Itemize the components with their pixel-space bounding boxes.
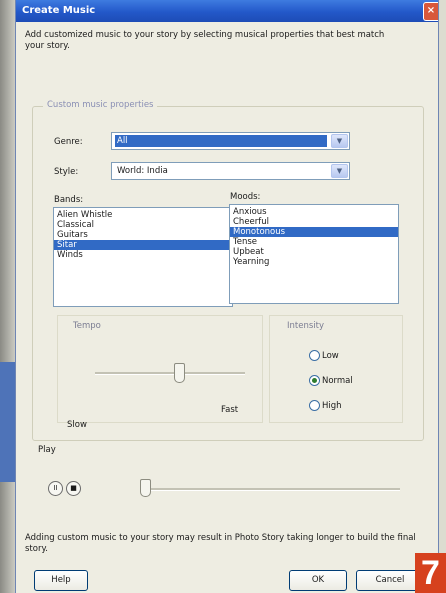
- create-music-dialog: Create Music × Add customized music to y…: [16, 0, 438, 593]
- play-label: Play: [38, 445, 56, 455]
- band-list-item[interactable]: Winds: [54, 250, 232, 260]
- style-label: Style:: [54, 167, 79, 177]
- band-list-item[interactable]: Alien Whistle: [54, 210, 232, 220]
- genre-value: All: [115, 135, 327, 147]
- moods-listbox[interactable]: Anxious Cheerful Monotonous Tense Upbeat Year…: [229, 204, 399, 304]
- bands-label: Bands:: [54, 195, 84, 205]
- cancel-button[interactable]: Cancel: [356, 570, 424, 591]
- close-button[interactable]: ×: [423, 2, 438, 21]
- chevron-down-icon[interactable]: ▼: [331, 134, 348, 148]
- mood-list-item[interactable]: Monotonous: [230, 227, 398, 237]
- intensity-label-low: Low: [322, 351, 339, 361]
- close-icon: ×: [426, 5, 436, 16]
- band-list-item[interactable]: Guitars: [54, 230, 232, 240]
- tempo-fast-label: Fast: [221, 405, 239, 415]
- stop-icon: ■: [70, 484, 77, 492]
- style-dropdown[interactable]: World: India ▼: [111, 162, 350, 180]
- bands-listbox[interactable]: Alien Whistle Classical Guitars Sitar Winds: [53, 207, 233, 307]
- band-list-item[interactable]: Classical: [54, 220, 232, 230]
- custom-music-note: Adding custom music to your story may re…: [25, 533, 416, 554]
- intensity-radio-normal[interactable]: [309, 375, 320, 386]
- tempo-slow-label: Slow: [67, 420, 87, 430]
- intensity-radio-low[interactable]: [309, 350, 320, 361]
- help-button[interactable]: Help: [34, 570, 88, 591]
- moods-label: Moods:: [230, 192, 261, 202]
- intensity-label: Intensity: [287, 321, 324, 331]
- play-progress-track: [140, 488, 400, 491]
- title-bar: Create Music ×: [16, 0, 438, 22]
- mood-list-item[interactable]: Cheerful: [230, 217, 398, 227]
- intensity-label-normal: Normal: [322, 376, 353, 386]
- intro-text: Add customized music to your story by se…: [25, 30, 385, 51]
- tempo-track: [95, 372, 245, 375]
- custom-music-properties-group: Custom music properties Genre: All ▼ Sty…: [32, 100, 424, 441]
- genre-label: Genre:: [54, 137, 83, 147]
- mood-list-item[interactable]: Upbeat: [230, 247, 398, 257]
- mood-list-item[interactable]: Yearning: [230, 257, 398, 267]
- intensity-label-high: High: [322, 401, 342, 411]
- step-number-badge: 7: [415, 553, 446, 593]
- pause-button[interactable]: II: [48, 481, 63, 496]
- window-title: Create Music: [22, 5, 96, 16]
- tempo-slider[interactable]: [173, 363, 185, 383]
- ok-button[interactable]: OK: [289, 570, 347, 591]
- stop-button[interactable]: ■: [66, 481, 81, 496]
- intensity-radio-high[interactable]: [309, 400, 320, 411]
- chevron-down-icon[interactable]: ▼: [331, 164, 348, 178]
- group-title: Custom music properties: [43, 100, 158, 110]
- mood-list-item[interactable]: Anxious: [230, 207, 398, 217]
- band-list-item[interactable]: Sitar: [54, 240, 232, 250]
- play-position-slider[interactable]: [140, 479, 151, 497]
- genre-dropdown[interactable]: All ▼: [111, 132, 350, 150]
- photo-background-edge: [0, 0, 16, 593]
- tempo-label: Tempo: [73, 321, 101, 331]
- style-value: World: India: [117, 166, 168, 176]
- pause-icon: II: [53, 484, 58, 492]
- mood-list-item[interactable]: Tense: [230, 237, 398, 247]
